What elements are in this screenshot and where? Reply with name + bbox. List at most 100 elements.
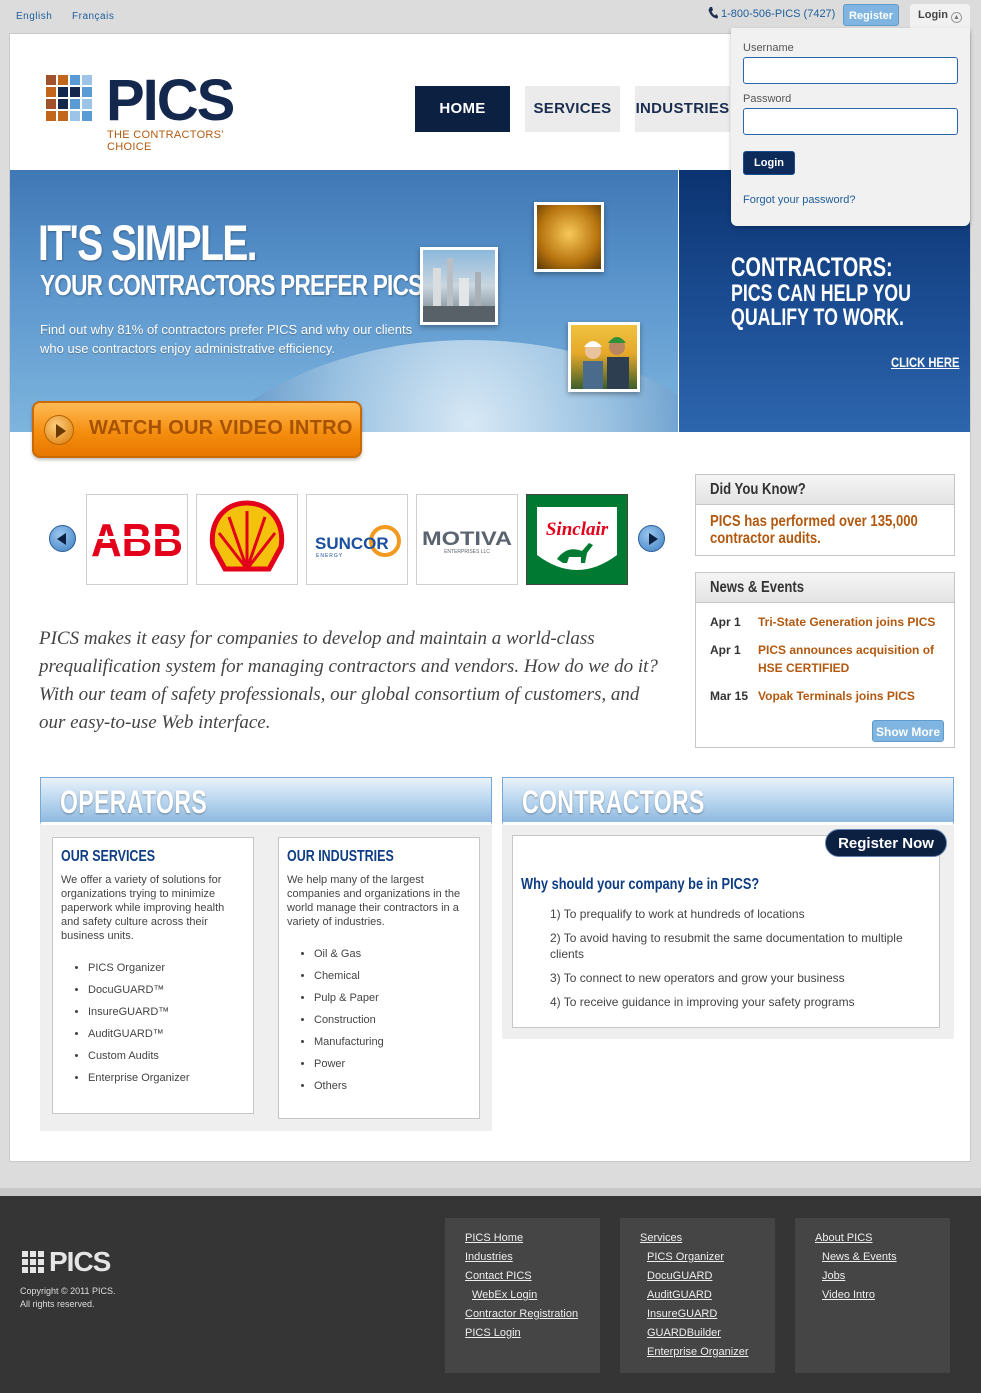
logo-square <box>58 75 68 85</box>
industry-item[interactable]: Construction <box>314 1012 384 1034</box>
watch-video-button[interactable]: WATCH OUR VIDEO INTRO <box>32 401 362 458</box>
footer-link-pics-login[interactable]: PICS Login <box>465 1327 521 1339</box>
register-now-button[interactable]: Register Now <box>825 829 947 857</box>
industry-item[interactable]: Manufacturing <box>314 1034 384 1056</box>
footer-link-contractor-registration[interactable]: Contractor Registration <box>465 1308 578 1320</box>
our-industries-title[interactable]: OUR INDUSTRIES <box>287 848 394 866</box>
service-item[interactable]: Custom Audits <box>88 1048 190 1070</box>
footer-link-enterprise-organizer[interactable]: Enterprise Organizer <box>647 1346 749 1358</box>
footer: PICS Copyright © 2011 PICS. All rights re… <box>0 1188 981 1393</box>
logo-square <box>58 111 68 121</box>
industry-item[interactable]: Power <box>314 1056 384 1078</box>
service-item[interactable]: InsureGUARD™ <box>88 1004 190 1026</box>
abb-logo: ABB <box>89 514 185 566</box>
service-item[interactable]: DocuGUARD™ <box>88 982 190 1004</box>
contractors-header: CONTRACTORS <box>502 777 954 825</box>
why-pics-card: Why should your company be in PICS? 1) T… <box>512 835 940 1028</box>
industry-item[interactable]: Others <box>314 1078 384 1100</box>
workers-illustration <box>583 337 629 389</box>
pics-logo[interactable]: PICS THE CONTRACTORS' CHOICE <box>46 68 246 153</box>
logo-square <box>82 87 92 97</box>
logo-wordmark: PICS <box>106 68 235 133</box>
reason-item: 3) To connect to new operators and grow … <box>550 971 845 985</box>
service-item[interactable]: AuditGUARD™ <box>88 1026 190 1048</box>
motiva-logo-sub: ENTERPRISES LLC <box>444 549 490 555</box>
username-input[interactable] <box>743 57 958 84</box>
logo-square <box>70 99 80 109</box>
sinclair-logo-text: Sinclair <box>546 519 609 540</box>
language-english-link[interactable]: English <box>16 11 52 22</box>
footer-link-guardbuilder[interactable]: GUARDBuilder <box>647 1327 721 1339</box>
our-services-card: OUR SERVICES We offer a variety of solut… <box>52 837 254 1114</box>
footer-column-1: PICS Home Industries Contact PICS WebEx … <box>445 1218 600 1373</box>
forgot-password-link[interactable]: Forgot your password? <box>743 194 856 206</box>
our-industries-text: We help many of the largest companies an… <box>287 874 461 928</box>
phone-number-text: 1-800-506-PICS (7427) <box>721 8 836 20</box>
shell-logo-icon <box>209 500 285 572</box>
did-you-know-body: PICS has performed over 135,000 contract… <box>696 505 954 555</box>
footer-link-auditguard[interactable]: AuditGUARD <box>647 1289 712 1301</box>
show-more-button[interactable]: Show More <box>872 720 944 742</box>
footer-link-contact[interactable]: Contact PICS <box>465 1270 532 1282</box>
rights-line: All rights reserved. <box>20 1299 95 1309</box>
our-services-text: We offer a variety of solutions for orga… <box>61 874 225 942</box>
nav-home[interactable]: HOME <box>415 86 510 132</box>
logo-square <box>46 111 56 121</box>
footer-link-webex[interactable]: WebEx Login <box>472 1289 537 1301</box>
footer-link-about[interactable]: About PICS <box>815 1232 872 1244</box>
password-input[interactable] <box>743 108 958 135</box>
promo-click-here-link[interactable]: CLICK HERE <box>891 354 959 370</box>
footer-link-industries[interactable]: Industries <box>465 1251 513 1263</box>
hero-banner[interactable]: IT'S SIMPLE. YOUR CONTRACTORS PREFER PIC… <box>10 170 678 432</box>
footer-link-services[interactable]: Services <box>640 1232 682 1244</box>
reason-item: 4) To receive guidance in improving your… <box>550 995 855 1009</box>
nav-services[interactable]: SERVICES <box>525 86 620 132</box>
operators-title: OPERATORS <box>60 784 208 820</box>
footer-link-docuguard[interactable]: DocuGUARD <box>647 1270 712 1282</box>
news-headline[interactable]: Tri-State Generation joins PICS <box>758 613 943 631</box>
footer-link-pics-organizer[interactable]: PICS Organizer <box>647 1251 724 1263</box>
industries-list: Oil & Gas Chemical Pulp & Paper Construc… <box>314 946 384 1100</box>
register-button[interactable]: Register <box>843 4 899 26</box>
industry-item[interactable]: Pulp & Paper <box>314 990 384 1012</box>
logo-square <box>82 75 92 85</box>
suncor-logo-text: SUNCOR <box>315 534 389 553</box>
login-toggle[interactable]: Login ▲ <box>910 4 970 28</box>
nav-industries[interactable]: INDUSTRIES <box>635 86 730 132</box>
logo-square <box>46 75 56 85</box>
promo-title: CONTRACTORS: <box>731 252 893 282</box>
industry-item[interactable]: Oil & Gas <box>314 946 384 968</box>
reason-item: 2) To avoid having to resubmit the same … <box>550 931 903 961</box>
suncor-logo-sub: ENERGY <box>316 553 343 559</box>
logo-square <box>46 99 56 109</box>
service-item[interactable]: Enterprise Organizer <box>88 1070 190 1092</box>
motiva-logo: MOTIVA ENTERPRISES LLC <box>422 529 512 555</box>
footer-column-2: Services PICS Organizer DocuGUARD AuditG… <box>620 1218 775 1373</box>
carousel-prev-arrow-icon[interactable] <box>49 525 76 552</box>
carousel-next-arrow-icon[interactable] <box>638 525 665 552</box>
footer-logo[interactable]: PICS <box>22 1246 111 1278</box>
footer-link-jobs[interactable]: Jobs <box>822 1270 845 1282</box>
service-item[interactable]: PICS Organizer <box>88 960 190 982</box>
client-logo-motiva: MOTIVA ENTERPRISES LLC <box>416 494 518 585</box>
footer-link-news-events[interactable]: News & Events <box>822 1251 897 1263</box>
operators-section: OPERATORS OUR SERVICES We offer a variet… <box>40 777 492 1131</box>
footer-link-video-intro[interactable]: Video Intro <box>822 1289 875 1301</box>
news-events-box: News & Events Apr 1 Tri-State Generation… <box>695 572 955 748</box>
abb-logo-text: ABB <box>91 514 183 566</box>
play-icon <box>44 415 74 445</box>
login-button[interactable]: Login <box>743 151 795 175</box>
footer-link-insureguard[interactable]: InsureGUARD <box>647 1308 717 1320</box>
footer-link-pics-home[interactable]: PICS Home <box>465 1232 523 1244</box>
contractors-title: CONTRACTORS <box>522 784 705 820</box>
news-headline[interactable]: Vopak Terminals joins PICS <box>758 687 943 705</box>
refinery-illustration <box>423 258 495 322</box>
industry-item[interactable]: Chemical <box>314 968 384 990</box>
logo-square <box>58 87 68 97</box>
news-date: Mar 15 <box>710 689 749 703</box>
our-services-title[interactable]: OUR SERVICES <box>61 848 155 866</box>
news-headline[interactable]: PICS announces acquisition of HSE CERTIF… <box>758 641 943 677</box>
language-french-link[interactable]: Français <box>72 11 114 22</box>
intro-paragraph: PICS makes it easy for companies to deve… <box>39 628 658 733</box>
footer-column-3: About PICS News & Events Jobs Video Intr… <box>795 1218 950 1373</box>
